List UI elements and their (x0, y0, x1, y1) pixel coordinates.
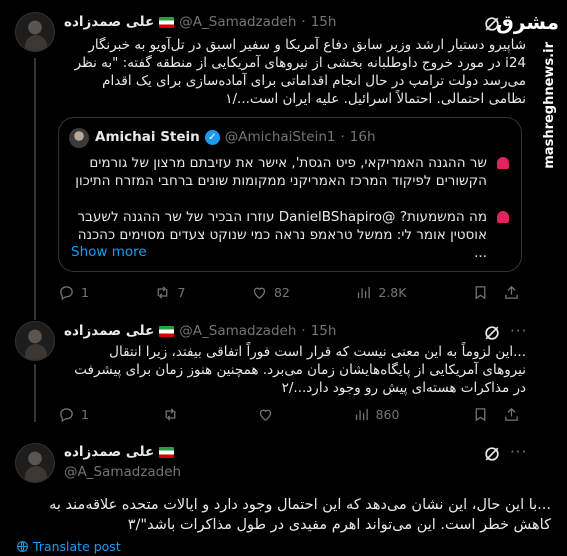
bookmark-icon (475, 286, 486, 300)
siren-icon (497, 157, 509, 169)
globe-icon (17, 541, 28, 552)
reply-button[interactable]: 1 (58, 406, 89, 423)
siren-icon (497, 211, 509, 223)
grok-icon[interactable] (482, 14, 502, 34)
reply-count: 1 (81, 285, 89, 300)
watermark: مشرق mashreghnews.ir (496, 6, 561, 169)
more-icon[interactable]: ··· (510, 443, 527, 461)
like-icon (253, 287, 266, 299)
bookmark-icon (475, 408, 486, 422)
like-icon (259, 409, 272, 421)
author-handle[interactable]: @A_Samadzadeh (179, 14, 296, 30)
tweet-text: ...با این حال، این نشان می‌دهد که این اح… (49, 497, 551, 533)
reply-icon (60, 286, 73, 301)
quote-paragraph: שר ההגנה האמריקאי, פיט הגסת', אישר את עז… (75, 155, 487, 189)
avatar[interactable] (15, 321, 55, 361)
watermark-logo: مشرق (495, 10, 559, 34)
thread-line (34, 364, 36, 422)
share-icon (505, 407, 518, 421)
author-name[interactable]: علی صمدزاده (64, 323, 154, 339)
like-count: 82 (273, 285, 290, 300)
repost-button[interactable]: 7 (154, 284, 185, 301)
quote-timestamp: 16h (349, 129, 376, 145)
iran-flag-icon (159, 446, 175, 458)
repost-button[interactable] (162, 406, 185, 423)
tweet-header: علی صمدزاده (64, 444, 175, 460)
tweet-actions: 1 7 82 2.8K (58, 284, 520, 301)
grok-icon[interactable] (482, 323, 502, 343)
author-name[interactable]: علی صمدزاده (64, 444, 154, 460)
quoted-tweet[interactable]: Amichai Stein ✓ @AmichaiStein1 · 16h שר … (58, 117, 522, 272)
views-button[interactable]: 860 (353, 406, 400, 423)
share-button[interactable] (503, 284, 520, 301)
reply-icon (60, 408, 73, 423)
iran-flag-icon (159, 16, 175, 28)
separator: · (340, 129, 345, 145)
quote-handle: @AmichaiStein1 (224, 129, 336, 145)
quote-header: Amichai Stein ✓ @AmichaiStein1 · 16h (95, 129, 376, 145)
bookmark-button[interactable] (472, 406, 489, 423)
quote-author-name: Amichai Stein (95, 129, 200, 145)
views-count: 860 (375, 407, 400, 422)
timestamp[interactable]: 15h (311, 14, 337, 30)
separator: · (301, 323, 306, 339)
like-button[interactable] (257, 406, 280, 423)
repost-count: 7 (177, 285, 186, 300)
show-more-link[interactable]: Show more (71, 244, 147, 260)
author-handle[interactable]: @A_Samadzadeh (64, 464, 181, 480)
reply-button[interactable]: 1 (58, 284, 89, 301)
reply-count: 1 (81, 407, 89, 422)
repost-icon (158, 286, 168, 299)
tweet-text: ...این لزوماً به این معنی نیست که قرار ا… (74, 344, 526, 396)
author-name[interactable]: علی صمدزاده (64, 14, 154, 30)
views-icon (358, 286, 371, 299)
thread-line (34, 58, 36, 320)
share-icon (505, 285, 518, 299)
tweet-actions: 1 860 (58, 406, 520, 423)
watermark-site: mashreghnews.ir (542, 42, 557, 169)
iran-flag-icon (159, 325, 175, 337)
grok-icon[interactable] (482, 444, 502, 464)
more-icon[interactable]: ··· (510, 322, 527, 340)
translate-label: Translate post (33, 539, 121, 554)
verified-badge-icon: ✓ (204, 129, 220, 145)
author-handle[interactable]: @A_Samadzadeh (179, 323, 296, 339)
tweet-handle-row: @A_Samadzadeh (64, 464, 181, 480)
views-button[interactable]: 2.8K (355, 284, 406, 301)
like-button[interactable]: 82 (251, 284, 290, 301)
share-button[interactable] (503, 406, 520, 423)
translate-post-link[interactable]: Translate post (16, 539, 121, 554)
tweet-header: علی صمدزاده @A_Samadzadeh · 15h (64, 14, 336, 30)
repost-icon (165, 408, 175, 421)
separator: · (301, 14, 306, 30)
views-icon (355, 408, 368, 421)
tweet-header: علی صمدزاده @A_Samadzadeh · 15h (64, 323, 336, 339)
timestamp[interactable]: 15h (311, 323, 337, 339)
bookmark-button[interactable] (472, 284, 489, 301)
tweet-text: شاپیرو دستیار ارشد وزیر سابق دفاع آمریکا… (74, 37, 526, 107)
views-count: 2.8K (378, 285, 407, 300)
avatar[interactable] (15, 443, 55, 483)
quote-avatar (69, 128, 89, 148)
avatar[interactable] (15, 12, 55, 52)
